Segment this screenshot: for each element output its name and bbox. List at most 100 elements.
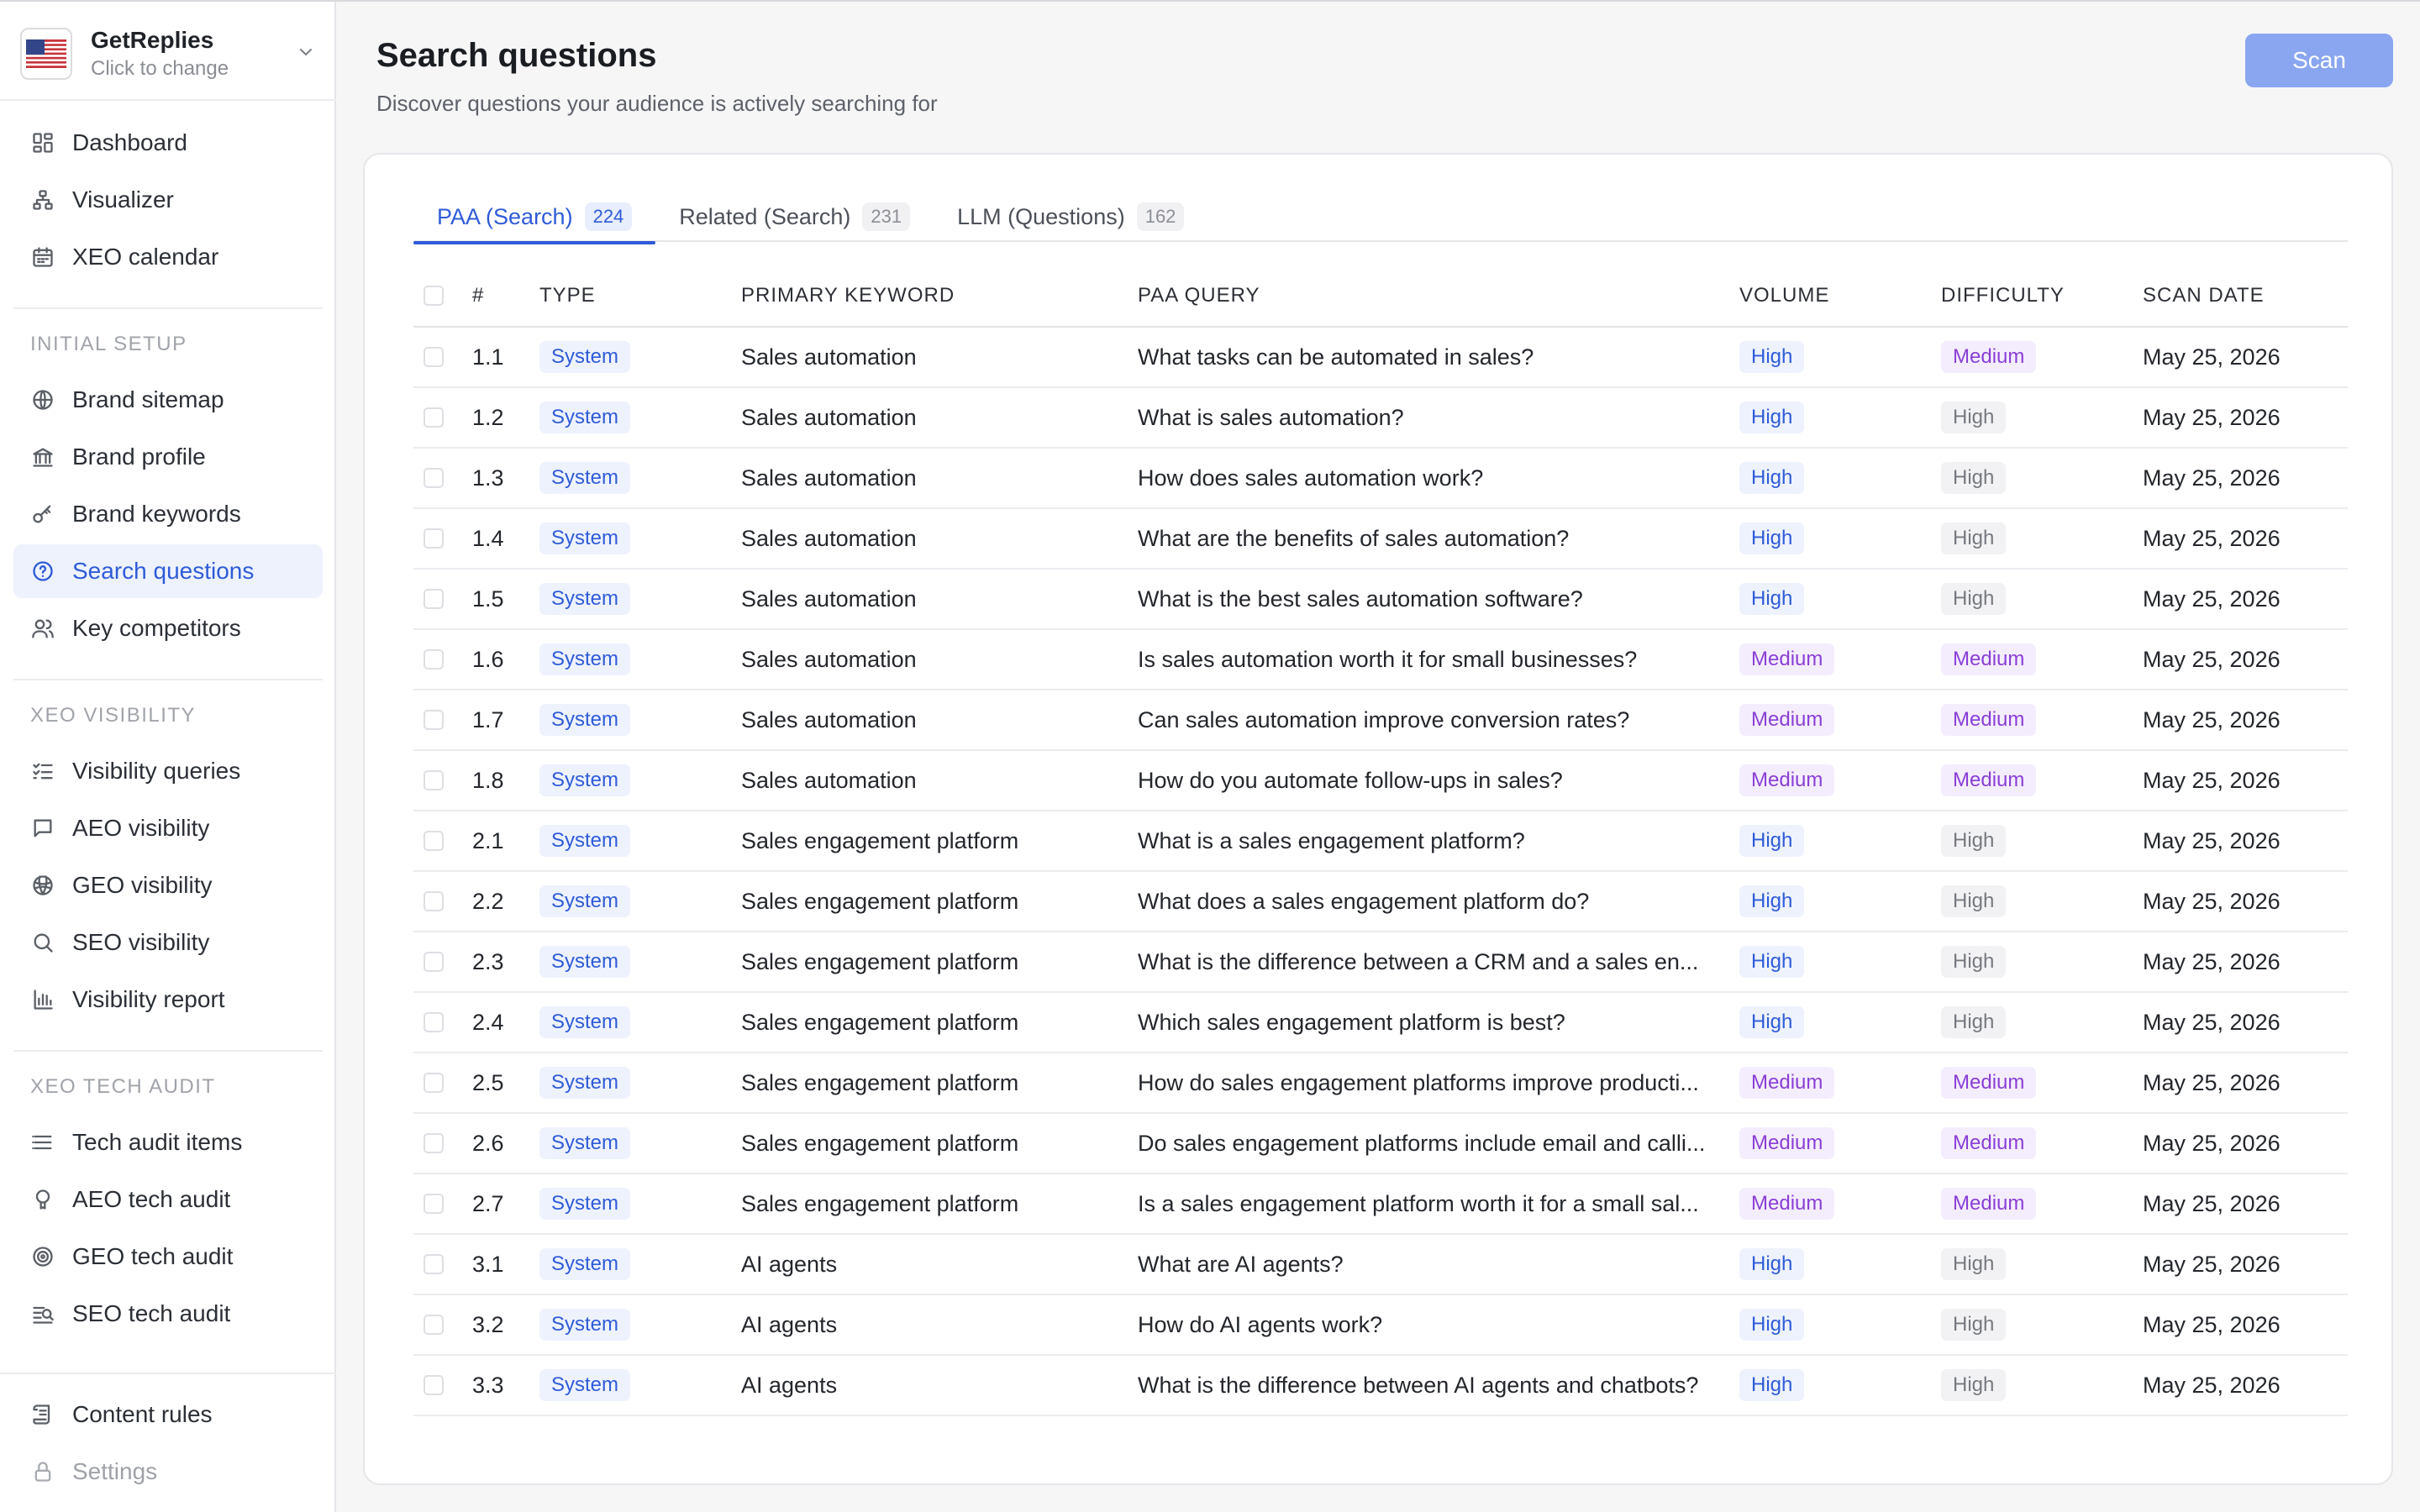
sidebar-item-brand-sitemap[interactable]: Brand sitemap xyxy=(13,373,323,427)
type-badge: System xyxy=(539,1006,631,1038)
sidebar-item-label: AEO tech audit xyxy=(72,1186,231,1212)
scan-date: May 25, 2026 xyxy=(2143,827,2281,853)
table-row[interactable]: 2.1 System Sales engagement platform What i… xyxy=(413,811,2348,872)
row-checkbox[interactable] xyxy=(424,407,444,428)
table-row[interactable]: 1.4 System Sales automation What are the be… xyxy=(413,509,2348,570)
sidebar-item-visualizer[interactable]: Visualizer xyxy=(13,173,323,227)
sidebar-item-visibility-queries[interactable]: Visibility queries xyxy=(13,744,323,798)
paa-query: What is a sales engagement platform? xyxy=(1138,827,1525,853)
bank-icon xyxy=(30,444,55,470)
sidebar-item-xeo-calendar[interactable]: XEO calendar xyxy=(13,230,323,284)
sidebar-item-content-rules[interactable]: Content rules xyxy=(13,1388,323,1441)
table-row[interactable]: 1.1 System Sales automation What tasks can … xyxy=(413,328,2348,388)
table-row[interactable]: 3.3 System AI agents What is the difference… xyxy=(413,1356,2348,1416)
sidebar-item-label: Dashboard xyxy=(72,129,187,155)
sidebar-item-aeo-tech-audit[interactable]: AEO tech audit xyxy=(13,1173,323,1226)
column-header-difficulty[interactable]: DIFFICULTY xyxy=(1941,265,2065,326)
page-title: Search questions xyxy=(376,37,657,74)
column-header-scan-date[interactable]: SCAN DATE xyxy=(2143,265,2265,326)
primary-keyword: Sales engagement platform xyxy=(741,827,1019,853)
tab-count-badge: 162 xyxy=(1136,202,1185,231)
tab-llm-questions[interactable]: LLM (Questions) 162 xyxy=(934,192,1207,242)
row-checkbox[interactable] xyxy=(424,1073,444,1093)
table-row[interactable]: 2.3 System Sales engagement platform What i… xyxy=(413,932,2348,993)
primary-keyword: Sales engagement platform xyxy=(741,1069,1019,1095)
row-checkbox[interactable] xyxy=(424,589,444,609)
brand-subtitle: Click to change xyxy=(91,57,229,80)
table-row[interactable]: 1.3 System Sales automation How does sales … xyxy=(413,449,2348,509)
difficulty-badge: High xyxy=(1941,462,2007,494)
sidebar-item-label: GEO visibility xyxy=(72,872,213,898)
row-checkbox[interactable] xyxy=(424,1012,444,1032)
brand-switcher[interactable]: GetReplies Click to change xyxy=(20,25,323,82)
sidebar-item-aeo-visibility[interactable]: AEO visibility xyxy=(13,801,323,855)
row-checkbox[interactable] xyxy=(424,770,444,790)
sidebar-item-geo-tech-audit[interactable]: GEO tech audit xyxy=(13,1230,323,1284)
sidebar-item-label: Content rules xyxy=(72,1401,213,1427)
sidebar-item-visibility-report[interactable]: Visibility report xyxy=(13,973,323,1026)
volume-badge: Medium xyxy=(1739,1188,1835,1220)
volume-badge: High xyxy=(1739,1248,1805,1280)
tab-paa-search[interactable]: PAA (Search) 224 xyxy=(413,192,656,244)
table-row[interactable]: 2.7 System Sales engagement platform Is a s… xyxy=(413,1174,2348,1235)
table-row[interactable]: 1.7 System Sales automation Can sales autom… xyxy=(413,690,2348,751)
difficulty-badge: High xyxy=(1941,946,2007,978)
column-header-volume[interactable]: VOLUME xyxy=(1739,265,1829,326)
scan-date: May 25, 2026 xyxy=(2143,1130,2281,1156)
row-checkbox[interactable] xyxy=(424,1194,444,1214)
row-checkbox[interactable] xyxy=(424,1315,444,1335)
tab-related-search[interactable]: Related (Search) 231 xyxy=(655,192,934,242)
table-row[interactable]: 1.8 System Sales automation How do you auto… xyxy=(413,751,2348,811)
sidebar-divider xyxy=(0,99,336,101)
select-all-checkbox[interactable] xyxy=(424,286,444,306)
sidebar-item-tech-audit-items[interactable]: Tech audit items xyxy=(13,1116,323,1169)
paa-query: Is a sales engagement platform worth it … xyxy=(1138,1190,1699,1216)
sidebar-item-brand-keywords[interactable]: Brand keywords xyxy=(13,487,323,541)
table-row[interactable]: 3.1 System AI agents What are AI agents? Hig… xyxy=(413,1235,2348,1295)
table-row[interactable]: 2.6 System Sales engagement platform Do sal… xyxy=(413,1114,2348,1174)
scan-button[interactable]: Scan xyxy=(2245,34,2393,87)
table-row[interactable]: 3.2 System AI agents How do AI agents work?… xyxy=(413,1295,2348,1356)
sidebar-item-settings[interactable]: Settings xyxy=(13,1445,323,1499)
table-row[interactable]: 2.5 System Sales engagement platform How do… xyxy=(413,1053,2348,1114)
sidebar-item-key-competitors[interactable]: Key competitors xyxy=(13,601,323,655)
scan-date: May 25, 2026 xyxy=(2143,767,2281,793)
row-checkbox[interactable] xyxy=(424,528,444,549)
difficulty-badge: High xyxy=(1941,402,2007,433)
row-checkbox[interactable] xyxy=(424,1375,444,1395)
row-checkbox[interactable] xyxy=(424,468,444,488)
sidebar-item-seo-visibility[interactable]: SEO visibility xyxy=(13,916,323,969)
paa-query: How do AI agents work? xyxy=(1138,1311,1383,1337)
table-row[interactable]: 2.2 System Sales engagement platform What d… xyxy=(413,872,2348,932)
table-row[interactable]: 1.5 System Sales automation What is the bes… xyxy=(413,570,2348,630)
primary-keyword: AI agents xyxy=(741,1311,838,1337)
sidebar-item-dashboard[interactable]: Dashboard xyxy=(13,116,323,170)
row-number: 1.4 xyxy=(472,525,504,551)
column-header-number[interactable]: # xyxy=(472,265,484,326)
sidebar-item-search-questions[interactable]: Search questions xyxy=(13,544,323,598)
row-checkbox[interactable] xyxy=(424,891,444,911)
row-checkbox[interactable] xyxy=(424,952,444,972)
row-checkbox[interactable] xyxy=(424,347,444,367)
column-header-query[interactable]: PAA QUERY xyxy=(1138,265,1709,326)
sidebar-divider xyxy=(13,679,323,680)
table-row[interactable]: 1.6 System Sales automation Is sales automa… xyxy=(413,630,2348,690)
sidebar-item-brand-profile[interactable]: Brand profile xyxy=(13,430,323,484)
column-header-type[interactable]: TYPE xyxy=(539,265,596,326)
row-checkbox[interactable] xyxy=(424,831,444,851)
sidebar-item-geo-visibility[interactable]: GEO visibility xyxy=(13,858,323,912)
row-checkbox[interactable] xyxy=(424,710,444,730)
scroll-icon xyxy=(30,1402,55,1427)
column-header-keyword[interactable]: PRIMARY KEYWORD xyxy=(741,265,955,326)
table-row[interactable]: 1.2 System Sales automation What is sales a… xyxy=(413,388,2348,449)
row-checkbox[interactable] xyxy=(424,1133,444,1153)
type-badge: System xyxy=(539,402,631,433)
table-row[interactable]: 2.4 System Sales engagement platform Which … xyxy=(413,993,2348,1053)
row-checkbox[interactable] xyxy=(424,1254,444,1274)
sidebar-item-seo-tech-audit[interactable]: SEO tech audit xyxy=(13,1287,323,1341)
volume-badge: Medium xyxy=(1739,1127,1835,1159)
row-checkbox[interactable] xyxy=(424,649,444,669)
paa-query: Do sales engagement platforms include em… xyxy=(1138,1130,1706,1156)
type-badge: System xyxy=(539,1188,631,1220)
page-subtitle: Discover questions your audience is acti… xyxy=(376,91,938,116)
